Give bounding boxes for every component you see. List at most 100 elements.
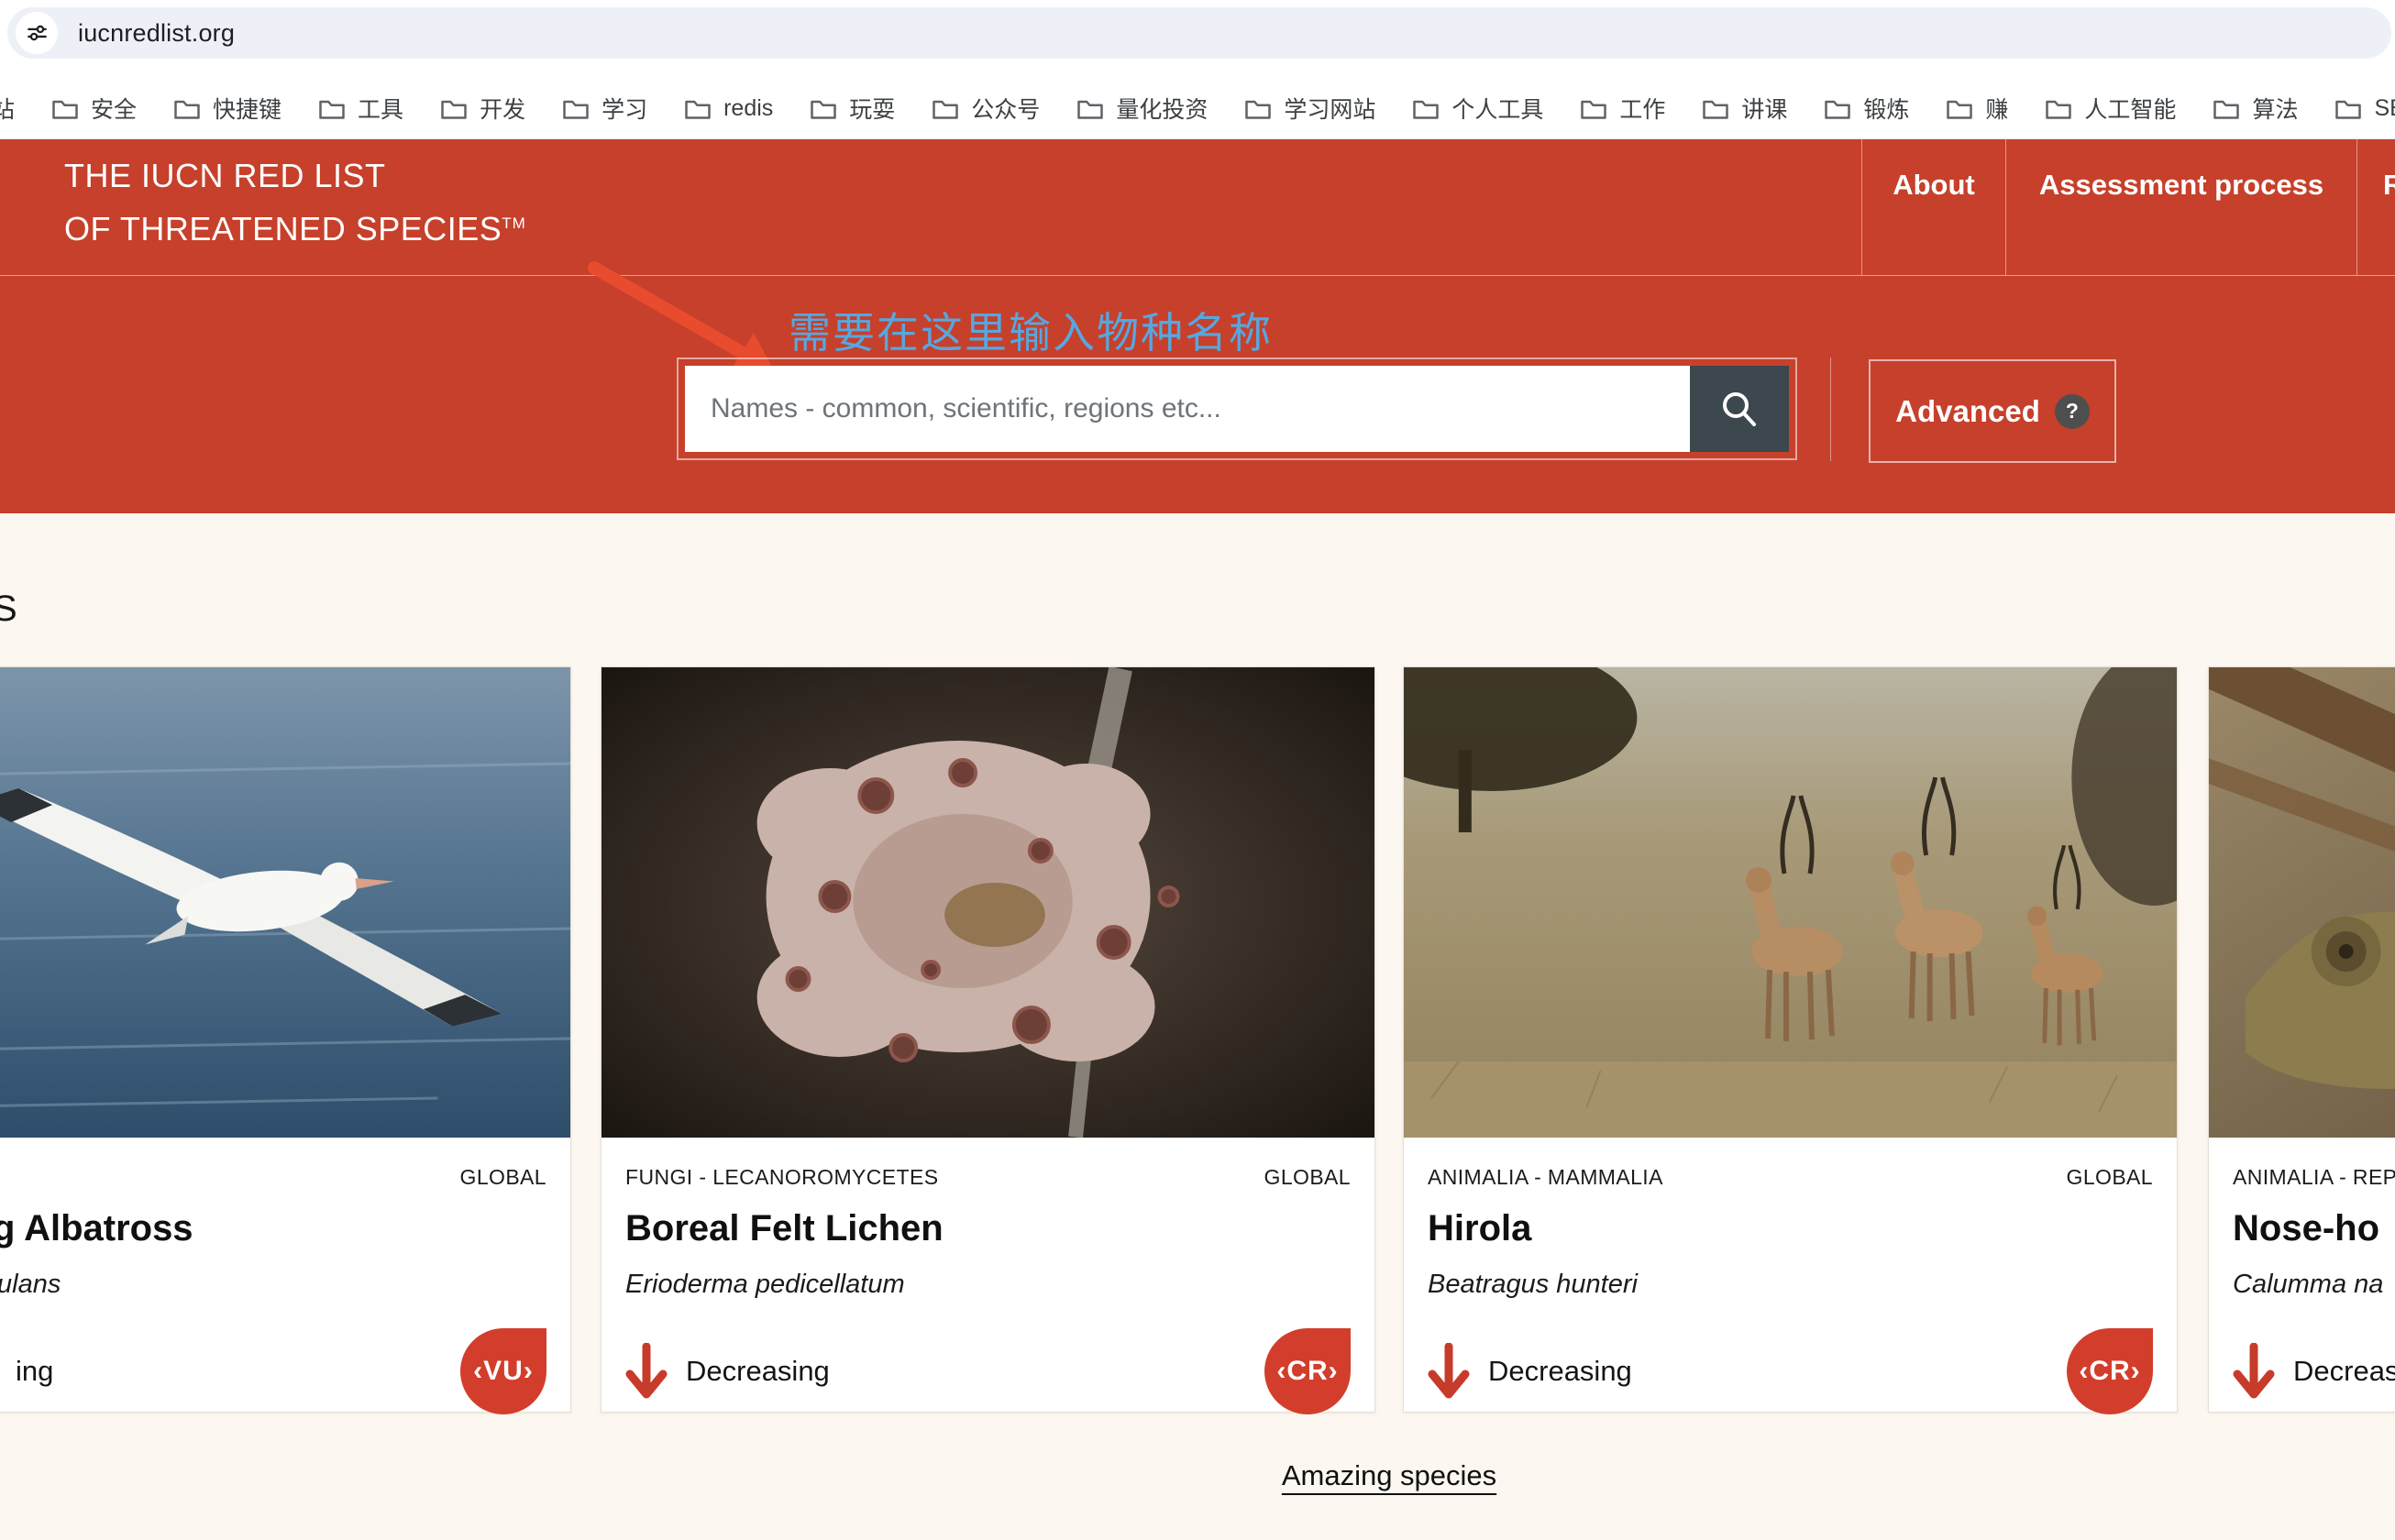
folder-icon — [173, 97, 201, 120]
bookmark-folder[interactable]: 安全 — [51, 92, 137, 125]
folder-icon — [1824, 97, 1851, 120]
site-settings-button[interactable] — [16, 12, 58, 54]
folder-icon — [51, 97, 79, 120]
card-scope: GLOBAL — [1264, 1165, 1351, 1190]
bookmark-folder[interactable]: 学习网站 — [1244, 92, 1375, 125]
decreasing-arrow-icon — [1428, 1343, 1470, 1400]
card-species: Beatragus hunteri — [1428, 1270, 2153, 1300]
url-text: iucnredlist.org — [78, 19, 235, 48]
chameleon-photo — [2209, 667, 2395, 1138]
bookmark-folder[interactable]: 量化投资 — [1076, 92, 1208, 125]
card-text: FUNGI - LECANOROMYCETES GLOBAL Boreal Fe… — [602, 1138, 1374, 1415]
card-title: Nose-ho — [2233, 1208, 2395, 1249]
bookmark-item[interactable]: 站 — [0, 92, 15, 125]
site-title-line1: THE IUCN RED LIST — [64, 152, 526, 200]
folder-icon — [1076, 97, 1104, 120]
folder-icon — [684, 97, 712, 120]
nav-item-about[interactable]: About — [1861, 139, 2005, 275]
trend-label: Decreas — [2293, 1355, 2395, 1388]
site-title-line2: OF THREATENED SPECIESTM — [64, 200, 526, 253]
help-icon[interactable]: ? — [2055, 394, 2090, 429]
trend-row: Decreasing ‹CR› — [1428, 1327, 2153, 1415]
species-card[interactable]: ANIMALIA - MAMMALIA GLOBAL Hirola Beatra… — [1403, 666, 2178, 1413]
trend-label: ing — [16, 1355, 53, 1388]
bookmark-folder[interactable]: 赚 — [1946, 92, 2008, 125]
card-text: GLOBAL g Albatross ulans ing ‹VU› — [0, 1138, 570, 1415]
species-card[interactable]: ANIMALIA - REPT Nose-ho Calumma na Decre… — [2208, 666, 2395, 1413]
folder-icon — [1702, 97, 1729, 120]
card-scope: GLOBAL — [460, 1165, 546, 1190]
folder-icon — [2334, 97, 2362, 120]
folder-icon — [1244, 97, 1272, 120]
browser-chrome: iucnredlist.org 站 安全 快捷键 工具 开发 学习 redis … — [0, 0, 2395, 139]
folder-icon — [2045, 97, 2072, 120]
search-box — [677, 358, 1797, 460]
card-species: Calumma na — [2233, 1270, 2395, 1300]
bookmark-folder[interactable]: 人工智能 — [2045, 92, 2176, 125]
bookmark-folder[interactable]: 算法 — [2213, 92, 2298, 125]
bookmark-folder[interactable]: 快捷键 — [173, 92, 281, 125]
card-title: g Albatross — [0, 1208, 546, 1249]
bookmark-folder[interactable]: 工具 — [318, 92, 403, 125]
trend-row: Decreas — [2233, 1327, 2395, 1415]
bookmark-folder[interactable]: 玩耍 — [810, 92, 895, 125]
species-card[interactable]: GLOBAL g Albatross ulans ing ‹VU› — [0, 666, 571, 1413]
trend-row: Decreasing ‹CR› — [625, 1327, 1351, 1415]
bookmark-folder[interactable]: redis — [684, 95, 773, 122]
advanced-label: Advanced — [1895, 394, 2040, 429]
card-taxon: FUNGI - LECANOROMYCETES — [625, 1165, 938, 1190]
trend-label: Decreasing — [1488, 1355, 1632, 1388]
bookmark-folder[interactable]: 公众号 — [932, 92, 1040, 125]
redlist-category-badge: ‹CR› — [2067, 1328, 2153, 1414]
trademark-symbol: TM — [502, 214, 526, 232]
folder-icon — [562, 97, 590, 120]
bookmark-folder[interactable]: SEO — [2334, 95, 2395, 122]
folder-icon — [440, 97, 468, 120]
folder-icon — [318, 97, 346, 120]
bookmark-folder[interactable]: 锻炼 — [1824, 92, 1909, 125]
card-species: Erioderma pedicellatum — [625, 1270, 1351, 1300]
search-button[interactable] — [1690, 366, 1789, 452]
tune-icon — [27, 23, 48, 44]
redlist-category-badge: ‹CR› — [1264, 1328, 1351, 1414]
folder-icon — [1946, 97, 1973, 120]
species-card[interactable]: FUNGI - LECANOROMYCETES GLOBAL Boreal Fe… — [601, 666, 1375, 1413]
species-section: S — [0, 513, 2395, 1540]
search-input[interactable] — [685, 366, 1690, 452]
albatross-photo — [0, 667, 570, 1138]
card-title: Boreal Felt Lichen — [625, 1208, 1351, 1249]
decreasing-arrow-icon — [625, 1343, 668, 1400]
bookmark-folder[interactable]: 开发 — [440, 92, 525, 125]
lichen-photo — [602, 667, 1374, 1138]
trend-label: Decreasing — [686, 1355, 830, 1388]
site-header: THE IUCN RED LIST OF THREATENED SPECIEST… — [0, 139, 2395, 275]
nav-item-assessment-process[interactable]: Assessment process — [2005, 139, 2356, 275]
site-title[interactable]: THE IUCN RED LIST OF THREATENED SPECIEST… — [64, 152, 526, 253]
annotation-text: 需要在这里输入物种名称 — [789, 300, 1273, 360]
main-nav: About Assessment process R — [1861, 139, 2395, 275]
redlist-category-badge: ‹VU› — [460, 1328, 546, 1414]
trend-row: ing ‹VU› — [0, 1327, 546, 1415]
amazing-species-link[interactable]: Amazing species — [1282, 1459, 1496, 1492]
bookmark-folder[interactable]: 工作 — [1580, 92, 1665, 125]
nav-item-partial[interactable]: R — [2356, 139, 2395, 275]
search-section: 需要在这里输入物种名称 Advanced ? — [0, 275, 2395, 513]
address-bar[interactable]: iucnredlist.org — [7, 7, 2391, 59]
card-species: ulans — [0, 1270, 546, 1300]
bookmark-folder[interactable]: 讲课 — [1702, 92, 1787, 125]
card-title: Hirola — [1428, 1208, 2153, 1249]
folder-icon — [1580, 97, 1607, 120]
card-text: ANIMALIA - REPT Nose-ho Calumma na Decre… — [2209, 1138, 2395, 1415]
card-scope: GLOBAL — [2067, 1165, 2153, 1190]
folder-icon — [932, 97, 959, 120]
bookmark-folder[interactable]: 学习 — [562, 92, 647, 125]
search-advanced-divider — [1830, 358, 1831, 461]
hirola-photo — [1404, 667, 2177, 1138]
decreasing-arrow-icon — [2233, 1343, 2275, 1400]
advanced-search-button[interactable]: Advanced ? — [1869, 359, 2116, 463]
folder-icon — [810, 97, 837, 120]
card-taxon: ANIMALIA - MAMMALIA — [1428, 1165, 1663, 1190]
bookmarks-bar: 站 安全 快捷键 工具 开发 学习 redis 玩耍 公众号 量化投资 学习网站… — [0, 77, 2395, 139]
bookmark-folder[interactable]: 个人工具 — [1412, 92, 1543, 125]
card-taxon: ANIMALIA - REPT — [2233, 1165, 2395, 1190]
